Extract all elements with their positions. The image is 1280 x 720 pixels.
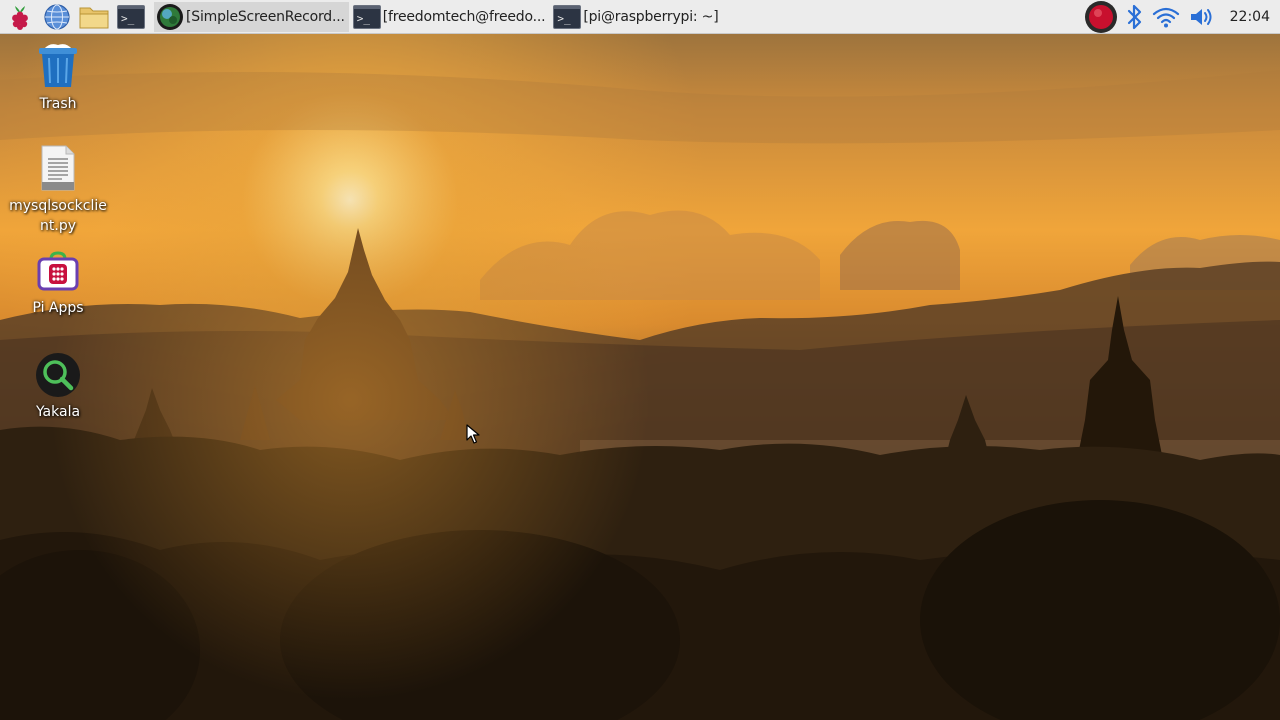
launcher-bar: >_ [0, 0, 152, 34]
task-screen-recorder[interactable]: [SimpleScreenRecord... [154, 1, 349, 32]
desktop-icon-trash[interactable]: Trash [8, 40, 108, 114]
desktop-icon-label: Pi Apps [32, 300, 84, 316]
mouse-cursor-icon [466, 424, 480, 444]
desktop-icon-yakala[interactable]: Yakala [8, 352, 108, 422]
raspberry-menu-button[interactable] [4, 1, 36, 33]
desktop-icon-pi-apps[interactable]: Pi Apps [8, 250, 108, 318]
bluetooth-tray-button[interactable] [1126, 0, 1144, 34]
record-icon [1084, 1, 1117, 33]
desktop-icon-mysqlsockclient[interactable]: mysqlsockclient.py [8, 144, 108, 236]
desktop-icon-label: mysqlsockclient.py [9, 198, 107, 234]
volume-tray-button[interactable] [1188, 0, 1216, 34]
task-terminal-pi[interactable]: >_ [pi@raspberrypi: ~] [551, 2, 722, 32]
terminal-icon: >_ [117, 4, 145, 29]
task-label: [freedomtech@freedo... [382, 8, 546, 25]
trash-icon [39, 44, 77, 87]
web-browser-button[interactable] [41, 1, 73, 33]
desktop-wallpaper [0, 0, 1280, 720]
terminal-icon: >_ [352, 4, 381, 29]
system-tray: 22:04 [1084, 0, 1280, 34]
task-label: [pi@raspberrypi: ~] [583, 8, 719, 25]
screen-recorder-icon [157, 3, 183, 30]
pi-apps-icon [37, 251, 79, 291]
bluetooth-icon [1127, 4, 1141, 30]
wifi-icon [1152, 7, 1179, 28]
folder-icon [79, 7, 109, 28]
desktop-icon-label: Trash [39, 96, 77, 112]
task-terminal-freedomtech[interactable]: >_ [freedomtech@freedo... [351, 2, 550, 32]
recorder-tray-button[interactable] [1084, 0, 1118, 34]
desktop-icon-label: Yakala [35, 404, 81, 420]
globe-icon [44, 3, 70, 30]
terminal-icon: >_ [553, 4, 582, 29]
taskbar: >_ [SimpleScreenRecord... >_ [freedomtec… [0, 0, 1280, 34]
task-label: [SimpleScreenRecord... [186, 8, 345, 25]
wifi-tray-button[interactable] [1152, 0, 1180, 34]
volume-icon [1190, 9, 1212, 25]
terminal-button[interactable]: >_ [115, 1, 147, 33]
text-file-icon [41, 145, 75, 191]
file-manager-button[interactable] [78, 1, 110, 33]
clock[interactable]: 22:04 [1230, 9, 1270, 25]
raspberry-icon [12, 5, 28, 30]
magnifier-icon [36, 353, 80, 397]
